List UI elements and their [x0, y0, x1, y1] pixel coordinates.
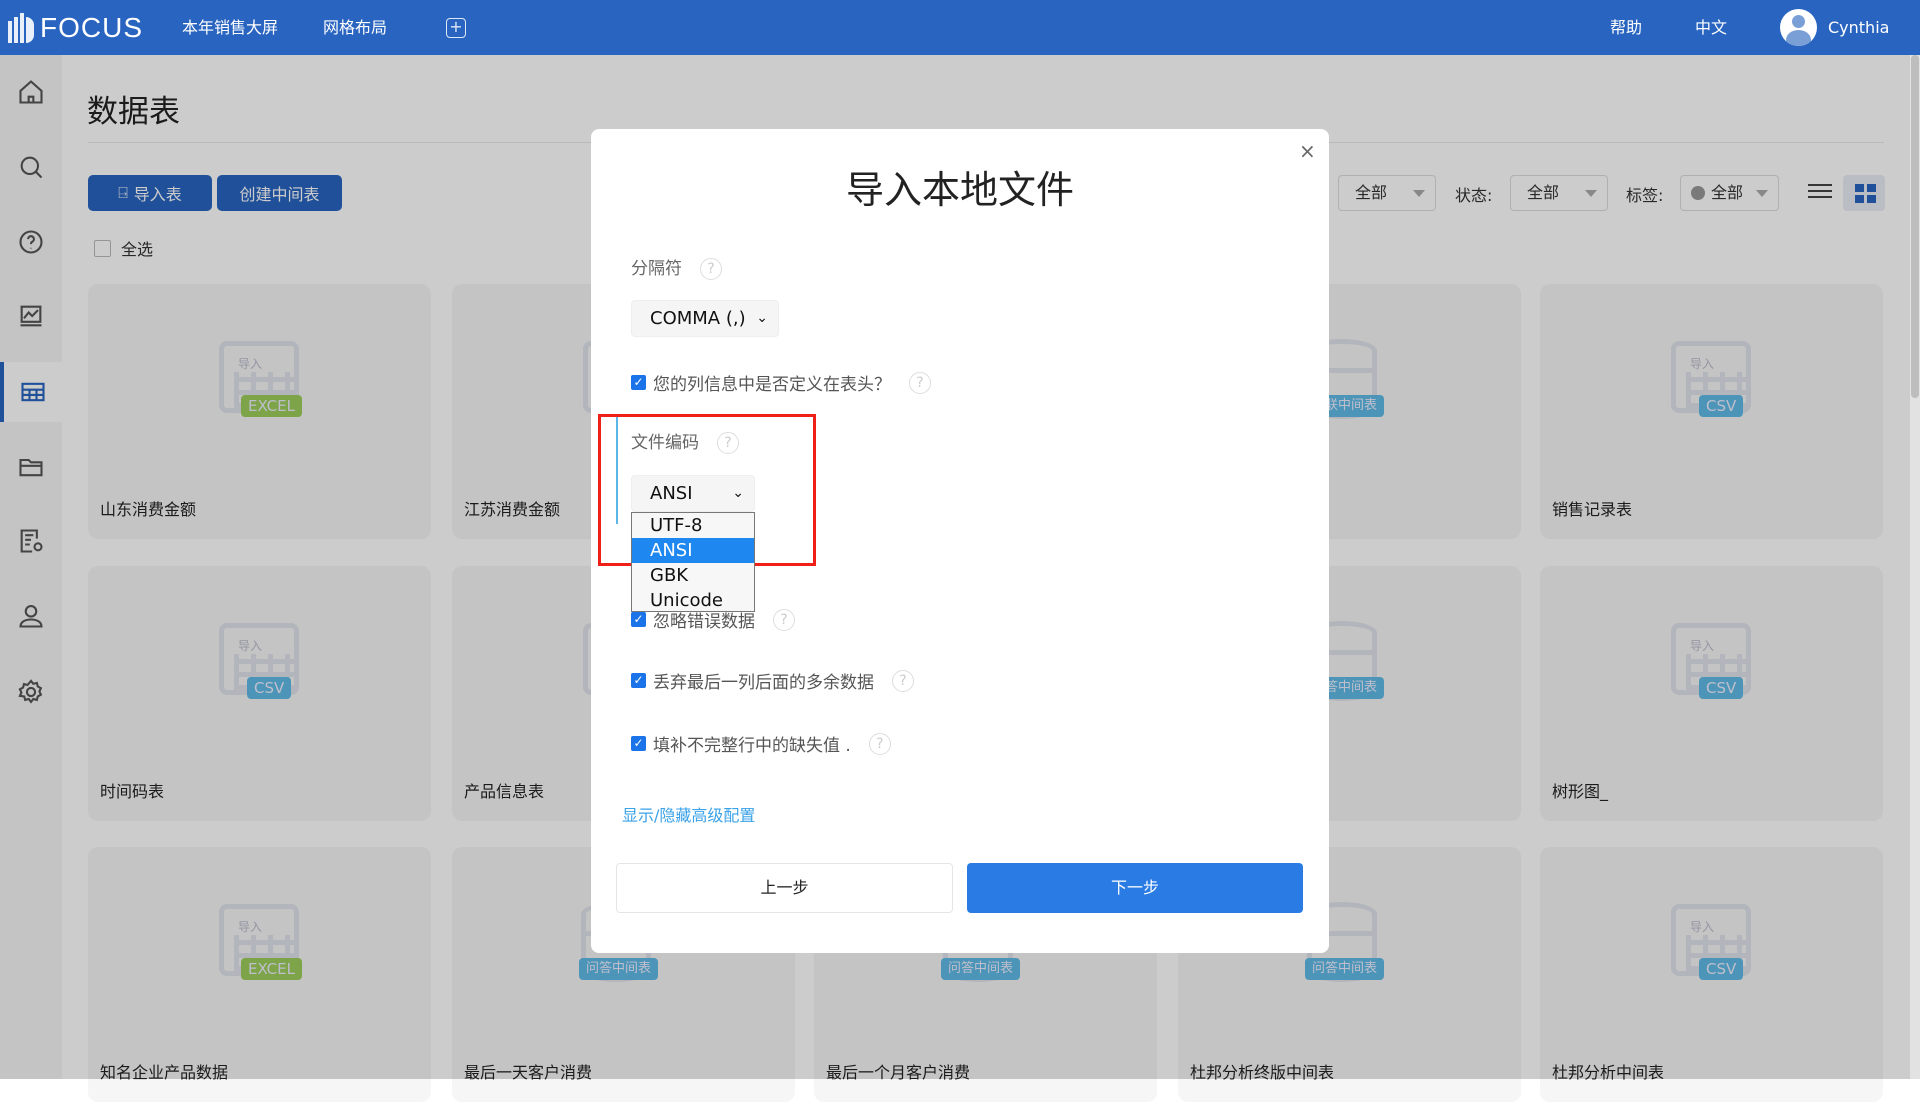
- encoding-option-ansi[interactable]: ANSI: [632, 538, 754, 563]
- encoding-option-unicode[interactable]: Unicode: [632, 588, 754, 613]
- help-icon[interactable]: ?: [868, 732, 891, 755]
- header-row-label: 您的列信息中是否定义在表头？: [653, 375, 891, 395]
- ignore-errors-checkbox[interactable]: ✓: [631, 612, 646, 627]
- fill-missing-option[interactable]: ✓ 填补不完整行中的缺失值 .?: [631, 731, 891, 756]
- delimiter-value: COMMA (,): [650, 308, 746, 329]
- logo-icon: [8, 13, 34, 43]
- encoding-option-utf8[interactable]: UTF-8: [632, 513, 754, 538]
- discard-extra-checkbox[interactable]: ✓: [631, 673, 646, 688]
- nav-sales-dashboard[interactable]: 本年销售大屏: [182, 0, 278, 55]
- language-switch[interactable]: 中文: [1695, 0, 1727, 55]
- delimiter-label: 分隔符?: [631, 254, 722, 280]
- help-icon[interactable]: ?: [700, 258, 722, 280]
- header-row-checkbox[interactable]: ✓: [631, 375, 646, 390]
- nav-grid-layout[interactable]: 网格布局: [323, 0, 387, 55]
- add-tab-button[interactable]: +: [446, 18, 466, 38]
- help-icon[interactable]: ?: [773, 608, 795, 631]
- import-local-file-dialog: 导入本地文件 × 分隔符? COMMA (,) ⌄ ✓ 您的列信息中是否定义在表头？…: [591, 129, 1329, 953]
- username[interactable]: Cynthia: [1828, 0, 1889, 55]
- chevron-down-icon: ⌄: [756, 310, 768, 326]
- fill-missing-label: 填补不完整行中的缺失值 .: [653, 736, 851, 756]
- advanced-config-link[interactable]: 显示/隐藏高级配置: [622, 802, 755, 826]
- scrollbar-thumb[interactable]: [1911, 55, 1919, 398]
- delimiter-select[interactable]: COMMA (,) ⌄: [631, 300, 779, 337]
- focus-logo[interactable]: FOCUS: [8, 12, 143, 44]
- header-row-option[interactable]: ✓ 您的列信息中是否定义在表头？?: [631, 370, 931, 395]
- discard-extra-option[interactable]: ✓ 丢弃最后一列后面的多余数据?: [631, 668, 914, 693]
- encoding-dropdown-list: UTF-8 ANSI GBK Unicode: [631, 512, 755, 612]
- help-icon[interactable]: ?: [909, 371, 931, 394]
- top-navigation-bar: FOCUS 本年销售大屏 网格布局 + 帮助 中文 Cynthia: [0, 0, 1920, 55]
- brand-name: FOCUS: [40, 12, 143, 43]
- next-step-button[interactable]: 下一步: [967, 863, 1303, 913]
- encoding-option-gbk[interactable]: GBK: [632, 563, 754, 588]
- discard-extra-label: 丢弃最后一列后面的多余数据: [653, 673, 874, 693]
- help-link[interactable]: 帮助: [1610, 0, 1642, 55]
- page-scrollbar[interactable]: [1910, 55, 1920, 1079]
- help-icon[interactable]: ?: [892, 669, 914, 692]
- delimiter-label-text: 分隔符: [631, 259, 682, 279]
- dialog-title: 导入本地文件: [845, 168, 1074, 212]
- fill-missing-checkbox[interactable]: ✓: [631, 736, 646, 751]
- close-icon[interactable]: ×: [1299, 139, 1316, 163]
- avatar[interactable]: [1780, 9, 1817, 46]
- previous-step-button[interactable]: 上一步: [616, 863, 953, 913]
